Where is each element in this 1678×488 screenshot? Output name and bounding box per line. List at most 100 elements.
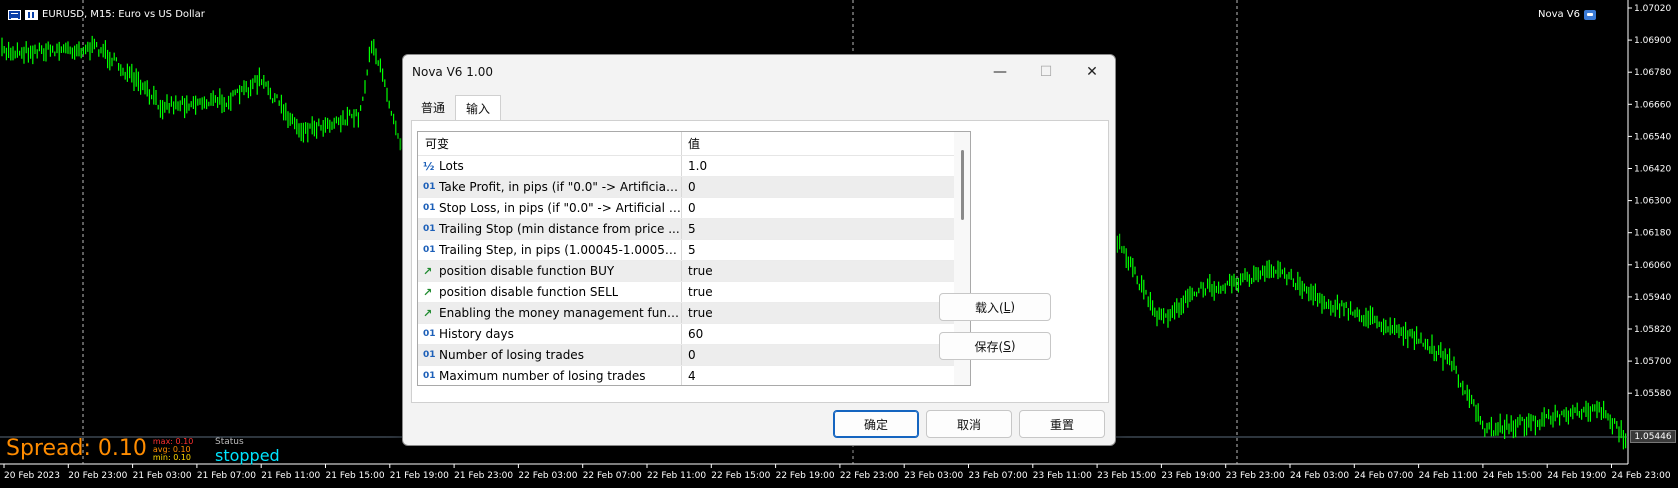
close-button[interactable]: ✕ bbox=[1069, 55, 1115, 89]
price-axis-label: 1.05940 bbox=[1634, 293, 1671, 303]
integer-type-icon: 01 bbox=[423, 350, 436, 360]
row-variable-cell: ↗ Enabling the money management funct... bbox=[418, 303, 682, 323]
table-row[interactable]: 01 Trailing Step, in pips (1.00045-1.0005… bbox=[418, 240, 970, 261]
row-variable-name: Number of losing trades bbox=[439, 348, 584, 362]
table-header: 可变 值 bbox=[418, 132, 970, 156]
dialog-tabs: 普通 输入 bbox=[411, 95, 502, 121]
time-axis-label: 24 Feb 03:00 bbox=[1290, 471, 1349, 481]
time-axis-label: 20 Feb 2023 bbox=[4, 471, 60, 481]
dialog-title: Nova V6 1.00 bbox=[412, 65, 493, 79]
save-button-key: S bbox=[1003, 339, 1011, 353]
load-button-key: L bbox=[1003, 300, 1011, 314]
time-axis-label: 24 Feb 11:00 bbox=[1419, 471, 1478, 481]
integer-type-icon: 01 bbox=[423, 224, 436, 234]
table-body: ½ Lots 1.0 01 Take Profit, in pips (if "0.0"… bbox=[418, 156, 970, 385]
row-value-cell[interactable]: 0 bbox=[682, 198, 970, 218]
row-variable-cell: ↗ position disable function SELL bbox=[418, 282, 682, 302]
time-axis-label: 22 Feb 07:00 bbox=[583, 471, 642, 481]
row-variable-cell: 01 Take Profit, in pips (if "0.0" -> Arti… bbox=[418, 177, 682, 197]
scrollbar-thumb[interactable] bbox=[961, 150, 964, 220]
row-value-cell[interactable]: 5 bbox=[682, 219, 970, 239]
chart-type-icon[interactable] bbox=[25, 9, 38, 20]
row-value-cell[interactable]: true bbox=[682, 303, 970, 323]
time-axis-label: 24 Feb 07:00 bbox=[1354, 471, 1413, 481]
table-row[interactable]: 01 Take Profit, in pips (if "0.0" -> Arti… bbox=[418, 177, 970, 198]
row-value-cell[interactable]: 1.0 bbox=[682, 156, 970, 176]
load-button-label: 载入( bbox=[974, 300, 1004, 315]
row-variable-cell: ↗ position disable function BUY bbox=[418, 261, 682, 281]
integer-type-icon: 01 bbox=[423, 203, 436, 213]
row-variable-cell: 01 Number of losing trades bbox=[418, 345, 682, 365]
row-value-cell[interactable]: true bbox=[682, 282, 970, 302]
row-variable-name: Lots bbox=[439, 159, 464, 173]
table-row[interactable]: 01 History days 60 bbox=[418, 324, 970, 345]
row-value-cell[interactable]: 0 bbox=[682, 345, 970, 365]
ok-button[interactable]: 确定 bbox=[833, 410, 919, 438]
minimize-button[interactable]: — bbox=[977, 55, 1023, 89]
time-axis-label: 24 Feb 15:00 bbox=[1483, 471, 1542, 481]
reset-button[interactable]: 重置 bbox=[1019, 410, 1105, 438]
price-axis-label: 1.06180 bbox=[1634, 229, 1671, 239]
table-row[interactable]: 01 Trailing Stop (min distance from price… bbox=[418, 219, 970, 240]
maximize-button[interactable]: ☐ bbox=[1023, 55, 1069, 89]
load-button[interactable]: 载入(L) bbox=[939, 293, 1051, 321]
time-axis-label: 24 Feb 23:00 bbox=[1612, 471, 1671, 481]
integer-type-icon: 01 bbox=[423, 371, 436, 381]
status-value: stopped bbox=[215, 446, 280, 465]
column-header-variable[interactable]: 可变 bbox=[418, 132, 682, 155]
price-axis-label: 1.05580 bbox=[1634, 389, 1671, 399]
table-row[interactable]: ↗ position disable function SELL true bbox=[418, 282, 970, 303]
price-axis-label: 1.06660 bbox=[1634, 100, 1671, 110]
row-variable-name: Take Profit, in pips (if "0.0" -> Artifi… bbox=[439, 180, 681, 194]
table-row[interactable]: 01 Stop Loss, in pips (if "0.0" -> Artifi… bbox=[418, 198, 970, 219]
time-axis-label: 21 Feb 15:00 bbox=[326, 471, 385, 481]
time-axis-label: 22 Feb 03:00 bbox=[518, 471, 577, 481]
row-value-cell[interactable]: 60 bbox=[682, 324, 970, 344]
bool-type-icon: ↗ bbox=[423, 285, 433, 299]
time-axis-label: 21 Feb 07:00 bbox=[197, 471, 256, 481]
row-value-cell[interactable]: true bbox=[682, 261, 970, 281]
row-variable-cell: 01 History days bbox=[418, 324, 682, 344]
save-button-label: 保存( bbox=[974, 339, 1004, 354]
column-header-value[interactable]: 值 bbox=[682, 132, 970, 155]
price-axis-label: 1.06420 bbox=[1634, 165, 1671, 175]
table-row[interactable]: ↗ Enabling the money management funct... t… bbox=[418, 303, 970, 324]
price-axis-label: 1.06900 bbox=[1634, 36, 1671, 46]
time-axis-label: 21 Feb 03:00 bbox=[133, 471, 192, 481]
status-panel: Status stopped bbox=[215, 437, 280, 465]
save-button[interactable]: 保存(S) bbox=[939, 332, 1051, 360]
integer-type-icon: 01 bbox=[423, 245, 436, 255]
terminal-window: 1.07020 1.06900 1.06780 1.06660 1.06540 1.064… bbox=[0, 0, 1678, 488]
current-price-tag: 1.05446 bbox=[1630, 430, 1676, 443]
table-row[interactable]: ½ Lots 1.0 bbox=[418, 156, 970, 177]
row-value-cell[interactable]: 5 bbox=[682, 240, 970, 260]
row-variable-name: History days bbox=[439, 327, 514, 341]
row-value-cell[interactable]: 0 bbox=[682, 177, 970, 197]
table-row[interactable]: 01 Number of losing trades 0 bbox=[418, 345, 970, 366]
row-variable-cell: 01 Maximum number of losing trades bbox=[418, 366, 682, 385]
row-variable-name: Trailing Stop (min distance from price .… bbox=[439, 222, 680, 236]
inputs-table: 可变 值 ½ Lots 1.0 01 Take Profit, in pips (if … bbox=[417, 131, 971, 386]
time-axis-label: 23 Feb 23:00 bbox=[1226, 471, 1285, 481]
price-axis-label: 1.06300 bbox=[1634, 197, 1671, 207]
time-axis-label: 22 Feb 15:00 bbox=[711, 471, 770, 481]
load-button-suffix: ) bbox=[1010, 300, 1016, 314]
time-axis-label: 23 Feb 07:00 bbox=[969, 471, 1028, 481]
row-value-cell[interactable]: 4 bbox=[682, 366, 970, 385]
spread-stats: max: 0.10 avg: 0.10 min: 0.10 bbox=[153, 438, 193, 462]
bool-type-icon: ↗ bbox=[423, 264, 433, 278]
tab-inputs[interactable]: 输入 bbox=[455, 95, 502, 121]
price-axis-label: 1.05820 bbox=[1634, 325, 1671, 335]
chart-menu-icon[interactable] bbox=[8, 9, 21, 20]
save-button-suffix: ) bbox=[1010, 339, 1016, 353]
table-row[interactable]: ↗ position disable function BUY true bbox=[418, 261, 970, 282]
dialog-titlebar[interactable]: Nova V6 1.00 — ☐ ✕ bbox=[403, 55, 1115, 89]
time-axis-label: 22 Feb 11:00 bbox=[647, 471, 706, 481]
expert-advisor-badge[interactable]: Nova V6 bbox=[1538, 9, 1596, 20]
price-axis-label: 1.06060 bbox=[1634, 261, 1671, 271]
tab-common[interactable]: 普通 bbox=[411, 95, 455, 121]
table-row[interactable]: 01 Maximum number of losing trades 4 bbox=[418, 366, 970, 385]
time-axis-label: 23 Feb 15:00 bbox=[1097, 471, 1156, 481]
cancel-button[interactable]: 取消 bbox=[926, 410, 1012, 438]
row-variable-name: Trailing Step, in pips (1.00045-1.00055.… bbox=[439, 243, 681, 257]
